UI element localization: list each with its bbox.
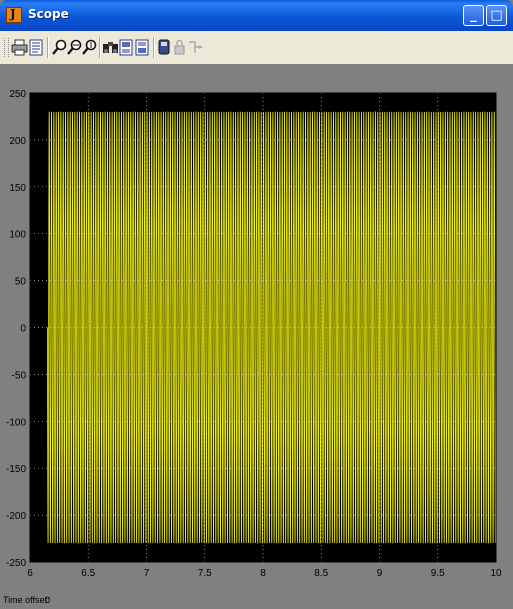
y-tick-label: 0: [20, 324, 26, 335]
y-tick-label: 100: [9, 230, 26, 241]
window-title: Scope: [28, 7, 69, 21]
x-tick-label: 10: [490, 568, 502, 579]
minimize-button[interactable]: _: [463, 5, 484, 26]
save-axes-icon[interactable]: [118, 39, 135, 56]
x-tick-label: 9.5: [431, 568, 445, 579]
y-tick-label: 250: [9, 89, 26, 100]
signal-selection-icon[interactable]: [187, 39, 204, 56]
toolbar-separator: [47, 37, 49, 58]
x-tick-label: 6.5: [81, 568, 95, 579]
zoom-y-icon[interactable]: [81, 39, 98, 56]
y-tick-label: -50: [12, 370, 27, 381]
lock-axes-icon[interactable]: [171, 39, 188, 56]
scope-plot[interactable]: 6 6.5 7 7.5 8 8.5 9 9.5 10 250 200 150 100 50 0 -50 -100…: [0, 64, 513, 589]
time-offset-label: Time offset:: [3, 595, 50, 605]
toolbar: [0, 31, 513, 65]
y-tick-label: 50: [15, 277, 27, 288]
y-tick-label: -200: [6, 511, 26, 522]
y-tick-label: 200: [9, 136, 26, 147]
y-tick-label: -150: [6, 464, 26, 475]
y-tick-label: -250: [6, 558, 26, 569]
title-bar[interactable]: J Scope _ □: [0, 0, 513, 31]
toolbar-grip[interactable]: [4, 38, 9, 57]
print-icon[interactable]: [11, 39, 28, 56]
y-tick-label: -100: [6, 417, 26, 428]
x-tick-label: 9: [377, 568, 383, 579]
status-bar: Time offset: 0: [0, 589, 513, 609]
autoscale-icon[interactable]: [102, 39, 119, 56]
scope-window: J Scope _ □ 6 6.5 7 7.5 8 8.5 9 9.5 10 2…: [0, 0, 513, 609]
x-tick-label: 7.5: [198, 568, 212, 579]
x-tick-label: 6: [27, 568, 33, 579]
time-offset-value: 0: [45, 595, 51, 605]
x-tick-label: 8: [260, 568, 266, 579]
y-tick-label: 150: [9, 183, 26, 194]
parameters-icon[interactable]: [28, 39, 45, 56]
maximize-button[interactable]: □: [486, 5, 507, 26]
x-tick-label: 7: [144, 568, 150, 579]
plot-svg[interactable]: 6 6.5 7 7.5 8 8.5 9 9.5 10 250 200 150 100 50 0 -50 -100…: [0, 64, 513, 589]
x-tick-label: 8.5: [314, 568, 328, 579]
toolbar-separator: [153, 37, 155, 58]
toolbar-separator: [99, 37, 101, 58]
restore-axes-icon[interactable]: [134, 39, 151, 56]
matlab-icon: J: [6, 7, 22, 23]
